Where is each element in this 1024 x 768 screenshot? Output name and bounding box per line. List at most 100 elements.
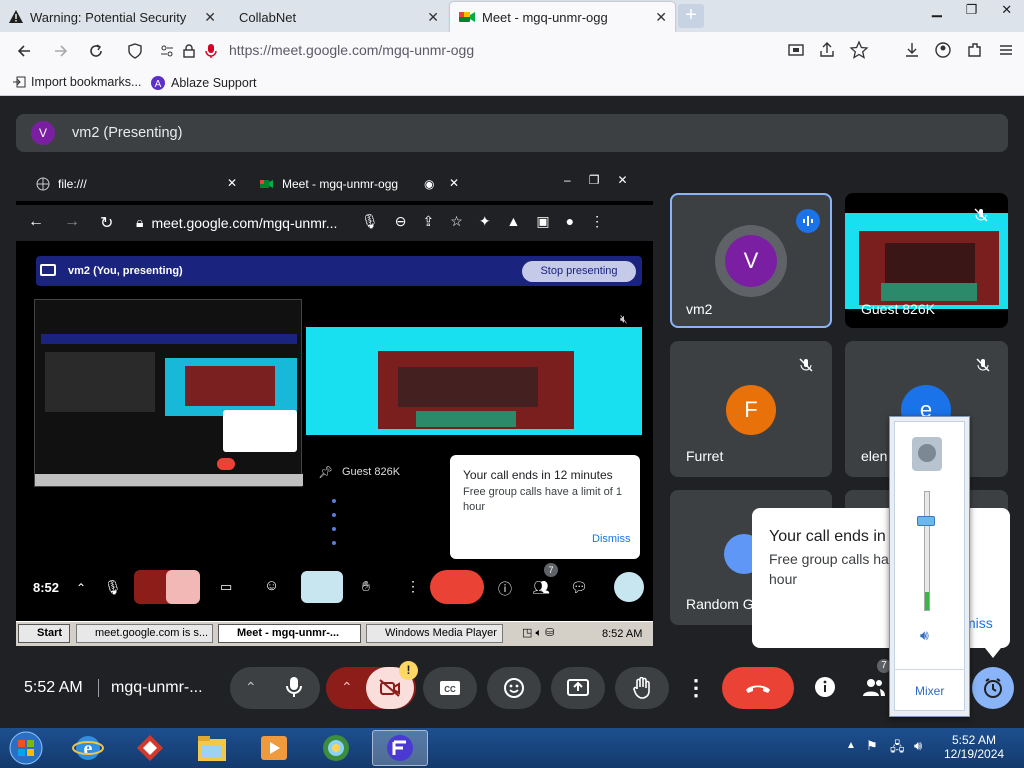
minimize-icon: –: [564, 173, 571, 187]
emoji-icon: ☺: [264, 577, 280, 594]
new-tab-button[interactable]: +: [678, 4, 704, 28]
windows-start-orb-icon[interactable]: [6, 729, 46, 767]
captions-icon: ▭: [220, 579, 233, 594]
microphone-active-icon[interactable]: [200, 40, 222, 62]
tab-meet[interactable]: Meet - mgq-unmr-ogg ✕: [450, 2, 675, 32]
close-tab-icon[interactable]: ✕: [204, 9, 216, 26]
minimize-window-icon[interactable]: ▁: [932, 2, 942, 18]
microphone-button[interactable]: [285, 676, 303, 698]
guest-video: [845, 213, 1008, 309]
close-icon: ✕: [617, 173, 628, 187]
meet-icon: [458, 9, 476, 25]
close-tab-icon[interactable]: ✕: [655, 9, 667, 26]
avatar: V: [725, 235, 777, 287]
participant-tile-furret[interactable]: F Furret: [670, 341, 832, 477]
mixer-link[interactable]: Mixer: [915, 684, 944, 698]
show-hidden-icons-icon[interactable]: ▲: [846, 740, 856, 751]
downloads-icon[interactable]: [902, 40, 922, 62]
warning-badge: !: [399, 661, 418, 680]
globe-app-icon[interactable]: [320, 732, 352, 764]
volume-slider-track[interactable]: [924, 491, 930, 611]
media-player-icon[interactable]: [258, 733, 290, 763]
mute-icon: [975, 357, 991, 373]
bookmark-import[interactable]: Import bookmarks...: [12, 75, 141, 89]
taskbar-item: Meet - mgq-unmr-...: [218, 624, 361, 643]
app-red-icon[interactable]: [134, 732, 166, 764]
recording-icon: ◉: [424, 177, 435, 191]
import-icon: [12, 75, 26, 89]
divider: [98, 679, 99, 697]
back-icon: ←: [28, 213, 44, 230]
menu-icon[interactable]: [996, 40, 1016, 62]
share-icon[interactable]: [817, 40, 837, 62]
volume-tray-icon[interactable]: 🔊︎: [914, 738, 922, 754]
video-options-caret-icon[interactable]: ⌃: [341, 679, 353, 696]
account-icon[interactable]: [933, 40, 953, 62]
ablaze-logo-icon: A: [150, 75, 166, 91]
screen-share-indicator-icon[interactable]: [786, 40, 806, 62]
raise-hand-icon: ✋︎: [362, 578, 370, 594]
tab-label: CollabNet: [239, 9, 297, 25]
sidebar-icon: ▣: [536, 213, 550, 229]
bookmark-star-icon[interactable]: [849, 40, 869, 62]
forward-icon[interactable]: [50, 40, 72, 62]
globe-icon: [36, 177, 50, 191]
restore-window-icon[interactable]: ❐: [966, 2, 978, 18]
meeting-code: mgq-unmr-...: [111, 679, 203, 696]
speaking-indicator-icon: [796, 209, 820, 233]
lock-icon[interactable]: [178, 40, 200, 62]
meeting-time: 5:52 AM: [24, 679, 83, 696]
address-bar[interactable]: https://meet.google.com/mgq-unmr-ogg: [229, 42, 474, 58]
clock-date: 12/19/2024: [944, 747, 1005, 761]
audio-group: [230, 667, 320, 709]
volume-slider-thumb[interactable]: [917, 516, 935, 526]
participant-name: vm2: [686, 301, 713, 317]
end-call-button[interactable]: [722, 667, 794, 709]
speaker-icon[interactable]: 🔊︎: [920, 627, 929, 644]
action-center-icon[interactable]: ⚑: [866, 738, 878, 754]
raise-hand-button[interactable]: [615, 667, 669, 709]
captions-button[interactable]: CC: [423, 667, 477, 709]
participant-name: elen: [861, 448, 888, 464]
audio-options-caret-icon[interactable]: ⌃: [245, 679, 257, 696]
taskbar-clock[interactable]: 5:52 AM 12/19/2024: [944, 733, 1004, 761]
inner-tab-file: file:///: [36, 177, 87, 191]
reactions-button[interactable]: [487, 667, 541, 709]
extensions-icon: ✦: [478, 213, 491, 229]
tab-label: file:///: [58, 177, 87, 191]
internet-explorer-icon[interactable]: e: [72, 732, 104, 764]
browser-tab-bar: Warning: Potential Security Risk ✕ Colla…: [0, 0, 1024, 32]
participant-tile-guest[interactable]: Guest 826K: [845, 193, 1008, 328]
inner-time: 8:52: [33, 580, 60, 595]
present-now-button[interactable]: [551, 667, 605, 709]
camera-off-icon: [166, 570, 200, 604]
bookmark-ablaze[interactable]: A Ablaze Support: [150, 75, 256, 91]
permissions-icon[interactable]: [156, 40, 178, 62]
shield-icon[interactable]: [124, 40, 146, 62]
participant-name: Furret: [686, 448, 724, 464]
mic-icon: 🎙︎: [361, 213, 379, 229]
mic-icon: 🎙︎: [104, 579, 122, 595]
browser-taskbar-icon[interactable]: [372, 730, 428, 766]
back-icon[interactable]: [13, 40, 35, 62]
participant-name: Guest 826K: [861, 301, 935, 317]
warning-icon: [8, 9, 24, 25]
close-tab-icon[interactable]: ✕: [427, 9, 439, 26]
forward-icon: →: [64, 213, 80, 230]
tab-security-warning[interactable]: Warning: Potential Security Risk ✕: [0, 2, 224, 32]
bookmarks-toolbar: Import bookmarks... A Ablaze Support: [0, 70, 1024, 96]
file-explorer-icon[interactable]: [196, 733, 228, 763]
inner-close-icon: ✕: [227, 176, 238, 190]
close-window-icon[interactable]: ✕: [1001, 2, 1012, 18]
meeting-info-icon[interactable]: [814, 676, 836, 698]
popup-body: Free group calls ha: [769, 551, 889, 567]
reload-icon[interactable]: [85, 40, 107, 62]
tab-collabnet[interactable]: CollabNet ✕: [225, 2, 447, 32]
end-call-icon: [430, 570, 484, 604]
network-icon[interactable]: 🖧︎: [890, 738, 905, 760]
people-icon[interactable]: [862, 676, 886, 698]
more-options-icon[interactable]: ⋮: [684, 672, 708, 704]
participant-tile-vm2[interactable]: V vm2: [670, 193, 832, 328]
activities-timer-button[interactable]: [972, 667, 1014, 709]
extensions-icon[interactable]: [965, 40, 985, 62]
